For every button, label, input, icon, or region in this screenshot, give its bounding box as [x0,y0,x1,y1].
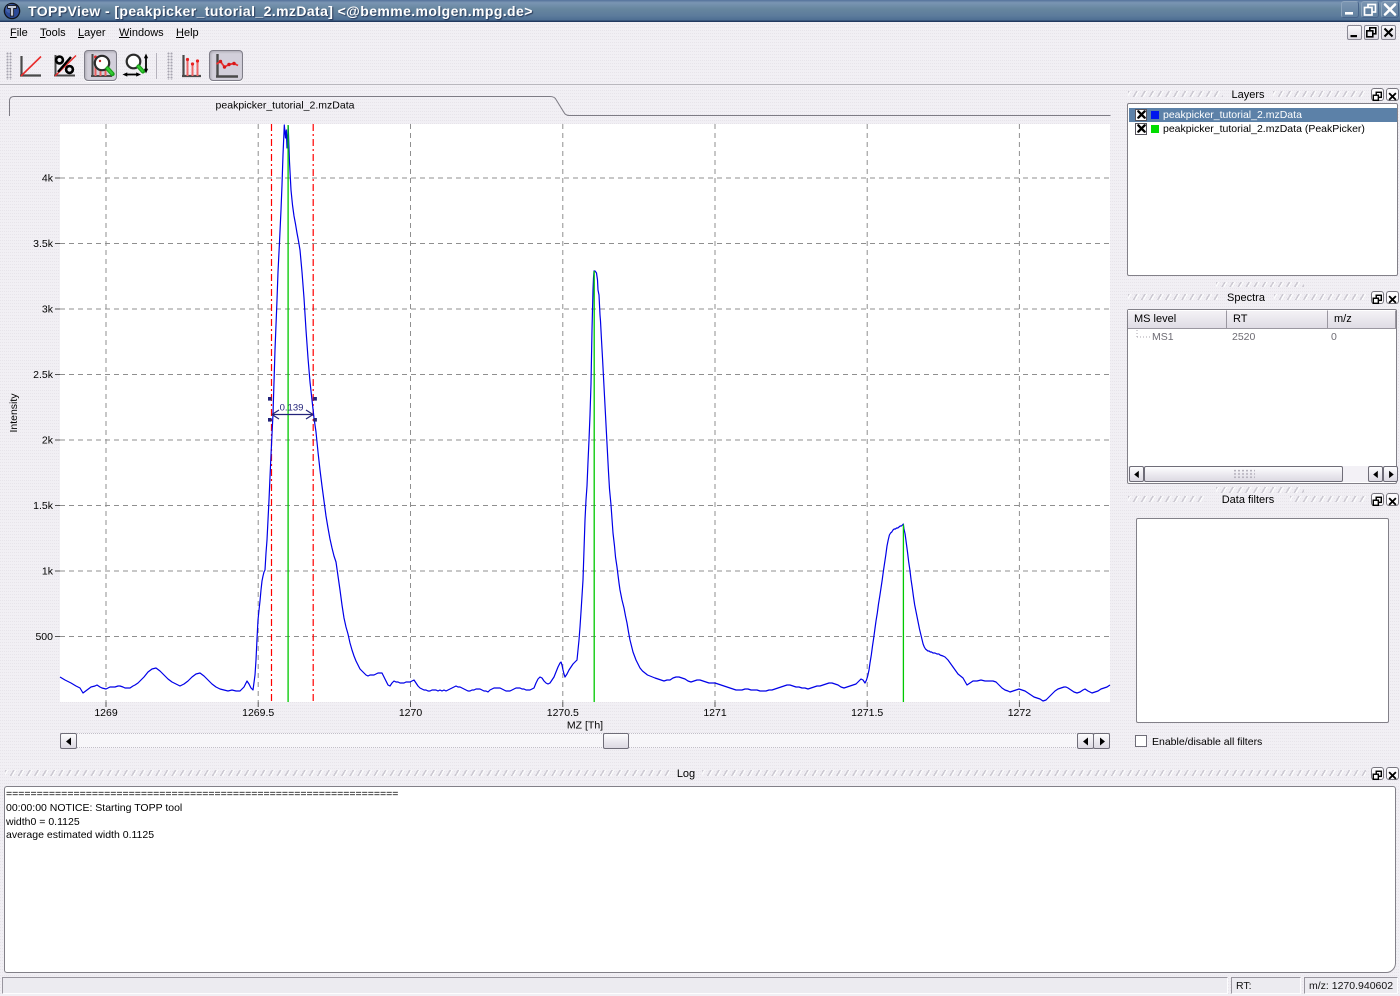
svg-text:2k: 2k [42,435,54,447]
svg-text:4k: 4k [42,173,54,185]
svg-text:MZ [Th]: MZ [Th] [567,720,603,732]
svg-text:1269: 1269 [94,707,118,719]
svg-text:0.139: 0.139 [280,403,304,414]
svg-text:1271.5: 1271.5 [851,707,883,719]
svg-text:1270: 1270 [399,707,423,719]
svg-text:2.5k: 2.5k [33,369,54,381]
svg-text:1k: 1k [42,566,54,578]
svg-text:500: 500 [35,631,53,643]
svg-text:1270.5: 1270.5 [547,707,579,719]
svg-text:1272: 1272 [1008,707,1032,719]
svg-text:3k: 3k [42,304,54,316]
svg-text:Intensity: Intensity [8,393,20,433]
svg-text:1269.5: 1269.5 [242,707,274,719]
svg-text:1271: 1271 [703,707,727,719]
svg-text:3.5k: 3.5k [33,238,54,250]
